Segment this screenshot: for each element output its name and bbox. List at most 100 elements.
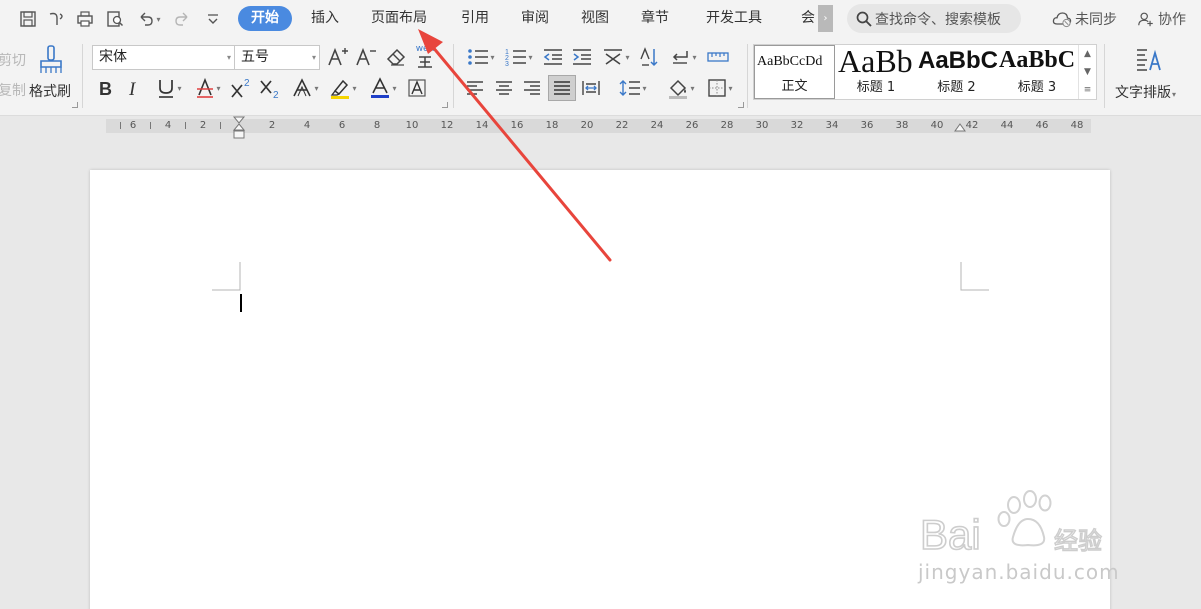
bullet-list-icon[interactable]: ▾ [464, 46, 498, 68]
distributed-align-icon[interactable] [580, 76, 602, 100]
sync-status-button[interactable]: 未同步 [1052, 8, 1117, 30]
menu-bar: ▾ 开始 插入 页面布局 引用 审阅 视图 章节 开发工具 会 › 查找命令、搜… [0, 0, 1201, 38]
tab-member[interactable]: 会 [796, 6, 820, 31]
line-spacing-icon[interactable]: ▾ [616, 76, 650, 100]
style-sample: AaBbCcDd [757, 54, 823, 69]
print-icon[interactable] [74, 8, 96, 30]
font-name-select[interactable]: 宋体 ▾ [92, 45, 235, 70]
gallery-scroll-up-icon[interactable]: ▲ [1078, 45, 1096, 63]
group-separator [453, 44, 454, 108]
undo-icon[interactable]: ▾ [134, 8, 164, 30]
align-center-icon[interactable] [493, 76, 515, 100]
ruler-text-area [239, 119, 959, 133]
style-heading-1[interactable]: AaBb 标题 1 [836, 45, 916, 99]
style-normal[interactable]: AaBbCcDd 正文 [754, 45, 835, 99]
highlight-icon[interactable]: ▾ [326, 76, 360, 100]
baidu-logo-icon: Bai 经验 [919, 490, 1103, 559]
gallery-more-icon[interactable]: ≡ [1078, 81, 1096, 99]
ruler-label: 24 [650, 120, 664, 131]
svg-text:经验: 经验 [1054, 528, 1102, 555]
format-painter-label[interactable]: 格式刷 [29, 81, 71, 101]
italic-icon[interactable]: I [125, 76, 145, 100]
ruler-label: 6 [338, 120, 346, 131]
tab-home[interactable]: 开始 [238, 6, 292, 31]
group-separator [1104, 44, 1105, 108]
text-cursor [240, 294, 242, 312]
chinese-layout-icon[interactable]: ▾ [599, 46, 633, 68]
crop-mark-top-right [960, 262, 989, 291]
paragraph-group-launcher[interactable] [738, 102, 744, 108]
phonetic-guide-icon[interactable]: wén [412, 44, 438, 70]
text-effects-icon[interactable]: ▾ [288, 76, 322, 100]
tab-insert[interactable]: 插入 [300, 6, 350, 31]
ruler-label: 16 [510, 120, 524, 131]
svg-text:2: 2 [273, 90, 279, 99]
font-size-select[interactable]: 五号 ▾ [234, 45, 320, 70]
font-color-icon[interactable]: ▾ [366, 76, 400, 100]
decrease-indent-icon[interactable] [541, 46, 565, 68]
shrink-font-icon[interactable] [354, 46, 378, 68]
save-icon[interactable] [17, 8, 39, 30]
tab-page-layout[interactable]: 页面布局 [362, 6, 436, 31]
underline-icon[interactable]: ▾ [152, 76, 186, 100]
align-left-icon[interactable] [464, 76, 486, 100]
style-sample: AaBbC [918, 47, 997, 74]
tab-developer[interactable]: 开发工具 [696, 6, 772, 31]
svg-text:Bai: Bai [920, 511, 981, 558]
subscript-icon[interactable]: 2 [259, 76, 283, 100]
tab-references[interactable]: 引用 [450, 6, 500, 31]
ruler-label: 18 [545, 120, 559, 131]
shading-icon[interactable]: ▾ [664, 76, 698, 100]
text-layout-button[interactable]: 文字排版▾ [1115, 82, 1176, 102]
ruler-label: 22 [615, 120, 629, 131]
cloud-sync-icon [1052, 12, 1072, 28]
tab-view[interactable]: 视图 [570, 6, 620, 31]
style-heading-3[interactable]: AaBbC 标题 3 [997, 45, 1077, 99]
increase-indent-icon[interactable] [570, 46, 594, 68]
indent-marker-icon[interactable] [232, 116, 246, 140]
borders-icon[interactable]: ▾ [703, 76, 737, 100]
style-sample: AaBbC [999, 47, 1076, 73]
command-search[interactable]: 查找命令、搜索模板 [847, 4, 1021, 33]
tab-section[interactable]: 章节 [630, 6, 680, 31]
print-preview-icon[interactable] [104, 8, 126, 30]
numbered-list-icon[interactable]: 1 2 3 ▾ [502, 46, 536, 68]
user-collaborate-icon [1138, 12, 1153, 27]
watermark-url: jingyan.baidu.com [918, 560, 1120, 584]
show-marks-icon[interactable]: ▾ [666, 46, 700, 68]
style-heading-2[interactable]: AaBbC 标题 2 [916, 45, 997, 99]
right-indent-marker-icon[interactable] [954, 123, 966, 135]
grow-font-icon[interactable] [326, 46, 350, 68]
horizontal-ruler[interactable]: 6 4 2 2 4 6 8 10 12 14 16 18 20 22 24 26… [106, 116, 1091, 139]
tab-overflow-button[interactable]: › [818, 5, 833, 32]
align-right-icon[interactable] [521, 76, 543, 100]
bold-icon[interactable]: B [96, 76, 116, 100]
ruler-label: 44 [1000, 120, 1014, 131]
strikethrough-icon[interactable]: ▾ [191, 76, 225, 100]
clipboard-group-launcher[interactable] [72, 102, 78, 108]
svg-text:B: B [99, 79, 112, 98]
format-painter-icon[interactable] [36, 44, 66, 76]
tab-stops-icon[interactable] [705, 46, 731, 68]
style-sample: AaBb [838, 45, 913, 79]
customize-toolbar-icon[interactable] [202, 8, 224, 30]
superscript-icon[interactable]: 2 [230, 76, 254, 100]
collab-label: 协作 [1158, 12, 1186, 28]
char-shading-icon[interactable] [406, 76, 428, 100]
gallery-scroll-down-icon[interactable]: ▼ [1078, 63, 1096, 81]
share-icon[interactable] [45, 8, 67, 30]
tab-review[interactable]: 审阅 [510, 6, 560, 31]
text-layout-icon[interactable] [1133, 44, 1165, 76]
ruler-label: 6 [129, 120, 137, 131]
ruler-label: 48 [1070, 120, 1084, 131]
copy-button[interactable]: 复制 [0, 80, 26, 100]
clear-format-icon[interactable] [385, 46, 407, 68]
redo-icon[interactable] [171, 8, 193, 30]
sort-icon[interactable] [637, 46, 661, 68]
cut-button[interactable]: 剪切 [0, 50, 26, 70]
search-icon [856, 11, 872, 27]
font-group-launcher[interactable] [442, 102, 448, 108]
chevron-down-icon: ▾ [226, 53, 231, 62]
justify-icon[interactable] [548, 75, 576, 101]
collaborate-button[interactable]: 协作 [1137, 8, 1186, 30]
